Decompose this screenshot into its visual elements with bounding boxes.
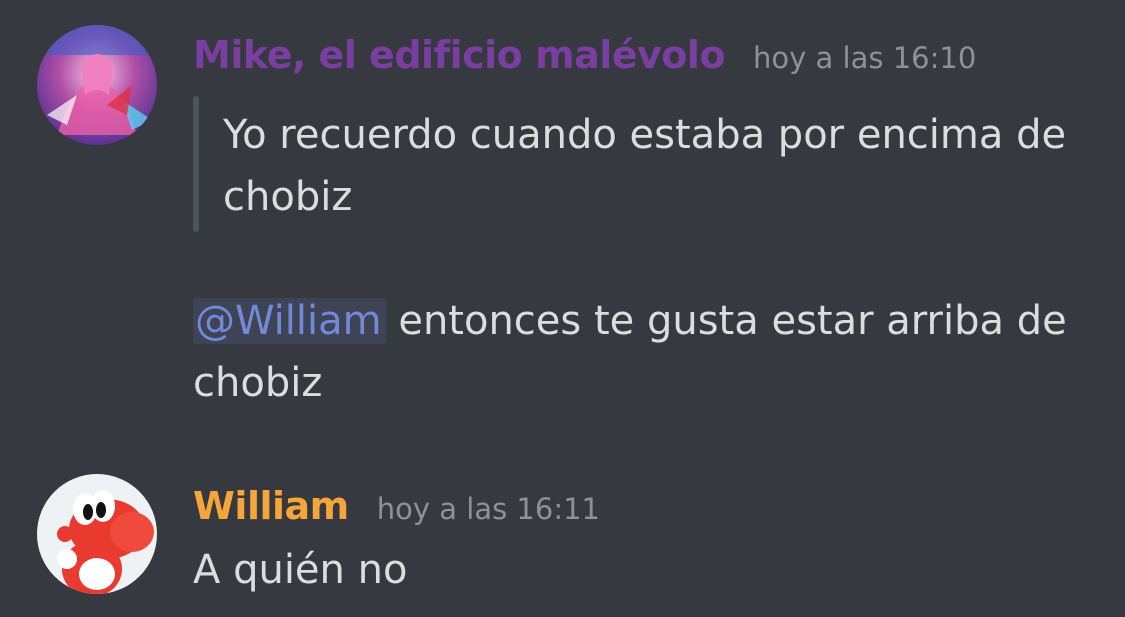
author-name[interactable]: William [193,484,349,528]
message-content: @William entonces te gusta estar arriba … [193,290,1067,352]
message-text: entonces te gusta estar arriba de [398,298,1067,344]
anime-avatar-icon [37,25,157,145]
quote-line: Yo recuerdo cuando estaba por encima de [223,112,1067,158]
message-timestamp: hoy a las 16:11 [376,492,600,526]
message-text: chobiz [193,360,323,406]
quote-bar [193,96,199,232]
chat-messages: Mike, el edificio malévolo hoy a las 16:… [0,0,1125,617]
author-name[interactable]: Mike, el edificio malévolo [193,33,726,77]
message-header: Mike, el edificio malévolo hoy a las 16:… [193,33,976,77]
quote-line: chobiz [223,174,353,220]
message-header: William hoy a las 16:11 [193,484,600,528]
user-mention[interactable]: @William [193,298,386,344]
user-avatar-william[interactable] [37,474,157,594]
user-avatar-mike[interactable] [37,25,157,145]
yoshi-avatar-icon [37,474,157,594]
message-timestamp: hoy a las 16:10 [753,41,977,75]
message-text: A quién no [193,547,408,593]
